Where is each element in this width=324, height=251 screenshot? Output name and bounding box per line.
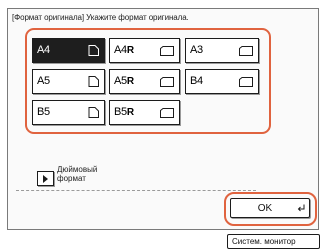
size-label: A4: [37, 44, 50, 56]
divider: [16, 190, 256, 191]
landscape-orientation-icon: [160, 46, 174, 56]
size-button-a5[interactable]: A5: [32, 69, 105, 94]
size-button-b5r[interactable]: B5R: [109, 100, 180, 125]
size-button-a5r[interactable]: A5R: [109, 69, 180, 94]
system-monitor-button[interactable]: Систем. монитор: [227, 234, 320, 249]
inch-format-label-line1: Дюймовый: [57, 165, 98, 174]
size-label: A4: [114, 44, 127, 56]
ok-button[interactable]: OK: [230, 198, 310, 218]
size-button-b4[interactable]: B4: [185, 69, 259, 94]
inch-format-label: Дюймовый формат: [57, 165, 97, 183]
triangle-right-icon: [43, 175, 48, 183]
instruction-message: [Формат оригинала] Укажите формат оригин…: [12, 13, 189, 22]
size-label: B4: [190, 75, 203, 87]
size-button-a4r[interactable]: A4R: [109, 38, 180, 63]
size-label: B5: [114, 106, 127, 118]
size-label: B5: [37, 106, 50, 118]
enter-icon: [297, 204, 305, 212]
size-label: A5: [37, 75, 50, 87]
portrait-orientation-icon: [88, 76, 99, 87]
ok-button-label: OK: [257, 203, 273, 214]
copier-screen: [Формат оригинала] Укажите формат оригин…: [0, 0, 324, 251]
rotated-mark: R: [126, 76, 134, 87]
size-button-a4[interactable]: A4: [32, 38, 105, 63]
rotated-mark: R: [126, 107, 134, 118]
landscape-orientation-icon: [160, 108, 174, 118]
size-button-a3[interactable]: A3: [185, 38, 259, 63]
landscape-orientation-icon: [160, 77, 174, 87]
inch-format-label-line2: формат: [57, 174, 86, 183]
inch-format-button[interactable]: [37, 171, 54, 186]
portrait-orientation-icon: [88, 45, 99, 56]
size-button-b5[interactable]: B5: [32, 100, 105, 125]
landscape-orientation-icon: [239, 46, 253, 56]
size-label: A5: [114, 75, 127, 87]
landscape-orientation-icon: [239, 77, 253, 87]
portrait-orientation-icon: [88, 107, 99, 118]
rotated-mark: R: [126, 45, 134, 56]
size-label: A3: [190, 44, 203, 56]
